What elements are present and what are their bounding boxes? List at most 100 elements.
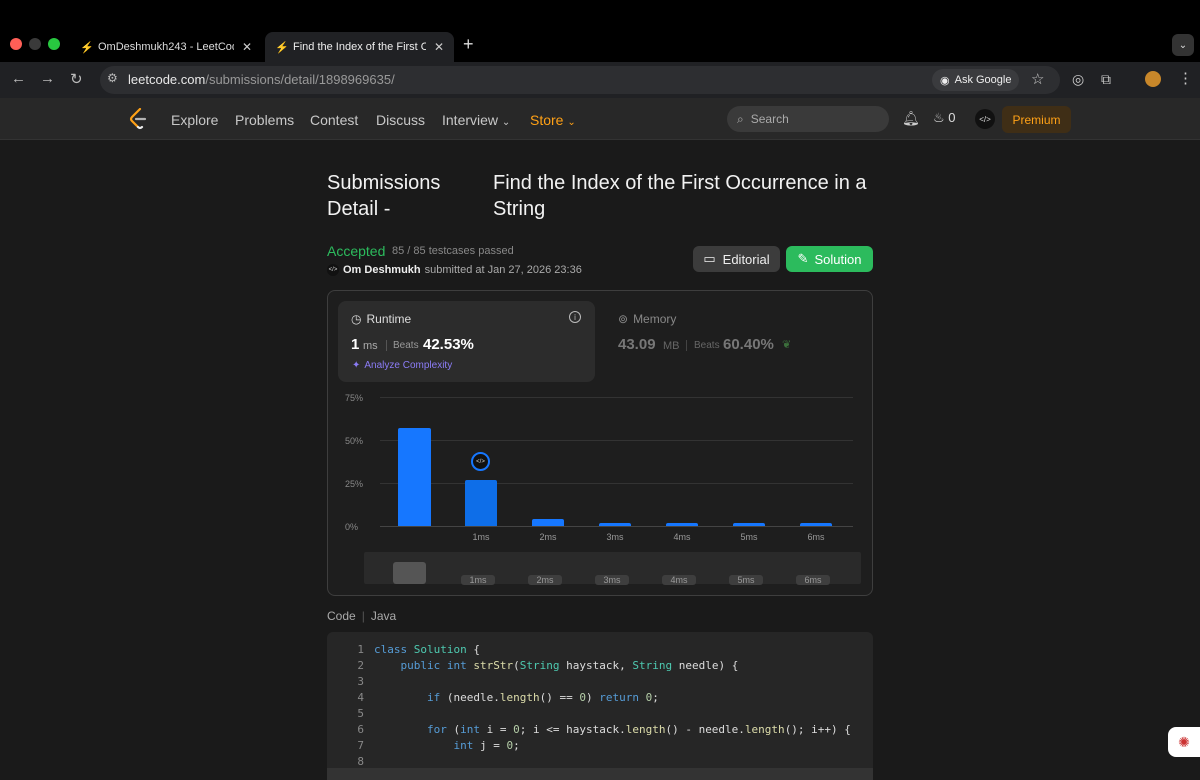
back-arrow-icon[interactable]: ← (11, 70, 26, 87)
assistant-brain-icon[interactable]: ✺ (1168, 727, 1200, 757)
code-text: class Solution { (374, 643, 480, 656)
memory-label[interactable]: ⊚ Memory (618, 312, 676, 326)
url-domain: leetcode.com (128, 72, 206, 87)
chart-bar[interactable] (532, 519, 564, 526)
memory-label-text: Memory (633, 312, 677, 326)
scrubber-tick-label: 2ms (528, 575, 562, 585)
code-language: Java (370, 609, 397, 623)
maximize-window-button[interactable] (48, 38, 60, 50)
code-line: 4 if (needle.length() == 0) return 0; (340, 690, 659, 706)
x-tick-label: 4ms (673, 532, 691, 542)
new-tab-button[interactable]: + (463, 34, 474, 55)
tab-profile[interactable]: ⚡ OmDeshmukh243 - LeetCode ✕ (70, 32, 262, 62)
status-badge: Accepted (327, 243, 386, 259)
nav-problems[interactable]: Problems (235, 112, 294, 128)
close-window-button[interactable] (10, 38, 22, 50)
user-avatar-icon: </> (327, 264, 339, 276)
problem-title[interactable]: Find the Index of the First Occurrence i… (493, 170, 867, 222)
fire-icon: ♨ (933, 110, 945, 125)
close-tab-icon[interactable]: ✕ (434, 40, 444, 54)
reload-icon[interactable]: ↻ (70, 70, 83, 88)
nav-explore[interactable]: Explore (171, 112, 218, 128)
runtime-value: 1 (351, 336, 360, 353)
chart-bar[interactable] (666, 522, 698, 526)
submitted-time: submitted at Jan 27, 2026 23:36 (424, 264, 582, 276)
leetcode-logo-icon[interactable] (128, 108, 148, 130)
analyze-complexity-button[interactable]: ✦ Analyze Complexity (352, 360, 452, 371)
leaf-icon: ❦ (782, 339, 792, 351)
leetcode-favicon-icon: ⚡ (275, 42, 289, 54)
code-text: public int strStr(String haystack, Strin… (400, 659, 739, 672)
memory-chip-icon: ⊚ (618, 312, 629, 326)
tab-title: OmDeshmukh243 - LeetCode (98, 41, 234, 53)
code-text: int j = 0; (453, 739, 520, 752)
search-icon: ⌕ (737, 111, 744, 126)
line-number: 2 (357, 659, 364, 672)
chart-bar[interactable] (599, 522, 631, 526)
nav-interview[interactable]: Interview ⌄ (442, 112, 510, 128)
x-axis-line (380, 526, 853, 527)
code-expand-bar[interactable] (327, 768, 873, 780)
ask-google-button[interactable]: ◉ Ask Google (932, 69, 1020, 91)
scrubber-tick-label: 4ms (662, 575, 696, 585)
ask-google-label: Ask Google (954, 74, 1012, 86)
analyze-complexity-label: Analyze Complexity (364, 360, 453, 371)
nav-interview-label: Interview (442, 112, 499, 128)
search-input[interactable]: ⌕ Search (727, 106, 889, 132)
divider (686, 340, 687, 351)
chart-bar[interactable] (800, 522, 832, 526)
code-text: for (int i = 0; i <= haystack.length() -… (426, 723, 851, 736)
chart-bar[interactable] (733, 522, 765, 526)
scrubber-tick-label: 6ms (796, 575, 830, 585)
user-avatar[interactable]: </> (975, 109, 995, 129)
bookmark-star-icon[interactable]: ☆ (1031, 70, 1044, 88)
line-number: 3 (357, 675, 364, 688)
line-number: 6 (357, 723, 364, 736)
submitter-line: </> Om Deshmukh submitted at Jan 27, 202… (327, 264, 582, 276)
minimize-window-button[interactable] (29, 38, 41, 50)
solution-label: Solution (814, 251, 862, 267)
profile-avatar[interactable] (1145, 71, 1161, 87)
chart-bar[interactable] (398, 427, 431, 526)
site-settings-icon[interactable]: ⚙ (107, 71, 118, 85)
nav-discuss[interactable]: Discuss (376, 112, 425, 128)
gridline (380, 440, 853, 441)
notification-bell-icon[interactable]: 🔔︎ (902, 110, 920, 127)
line-number: 1 (357, 643, 364, 656)
nav-store[interactable]: Store ⌄ (530, 112, 576, 128)
code-line: 6 for (int i = 0; i <= haystack.length()… (340, 722, 851, 738)
chart-bar[interactable] (465, 479, 497, 526)
tab-submission[interactable]: ⚡ Find the Index of the First Occurrence… (265, 32, 454, 62)
x-tick-label: 3ms (606, 532, 624, 542)
scrubber-tick-label: 5ms (729, 575, 763, 585)
runtime-unit: ms (363, 340, 378, 352)
user-name[interactable]: Om Deshmukh (343, 264, 421, 276)
tab-search-chevron-icon[interactable]: ⌄ (1172, 34, 1194, 56)
lens-icon: ◉ (940, 74, 950, 87)
extension-icon[interactable]: ◎ (1072, 71, 1084, 88)
extensions-puzzle-icon[interactable]: ⧉ (1101, 71, 1111, 88)
code-line: 3 (340, 674, 374, 690)
runtime-label-text: Runtime (366, 312, 412, 326)
memory-beats-label: Beats (694, 340, 720, 351)
premium-button[interactable]: Premium (1002, 106, 1071, 133)
info-icon[interactable]: i (569, 311, 581, 323)
streak-counter[interactable]: ♨ 0 (933, 110, 956, 126)
your-submission-marker-icon: </> (471, 452, 490, 471)
scrubber-handle[interactable] (393, 562, 426, 584)
close-tab-icon[interactable]: ✕ (242, 40, 252, 54)
y-tick-label: 0% (345, 522, 359, 532)
page-title: Submissions Detail - (327, 170, 440, 222)
scrubber-tick-label: 3ms (595, 575, 629, 585)
solution-button[interactable]: ✎ Solution (786, 246, 873, 272)
editorial-button[interactable]: ▭ Editorial (693, 246, 780, 272)
url-text[interactable]: leetcode.com/submissions/detail/18989696… (128, 72, 395, 87)
gridline (380, 483, 853, 484)
line-number: 7 (357, 739, 364, 752)
code-text: if (needle.length() == 0) return 0; (426, 691, 659, 704)
gridline (380, 397, 853, 398)
browser-menu-icon[interactable]: ⋮ (1178, 69, 1193, 87)
nav-contest[interactable]: Contest (310, 112, 358, 128)
forward-arrow-icon[interactable]: → (40, 70, 55, 87)
page-title-line: Submissions (327, 172, 441, 194)
